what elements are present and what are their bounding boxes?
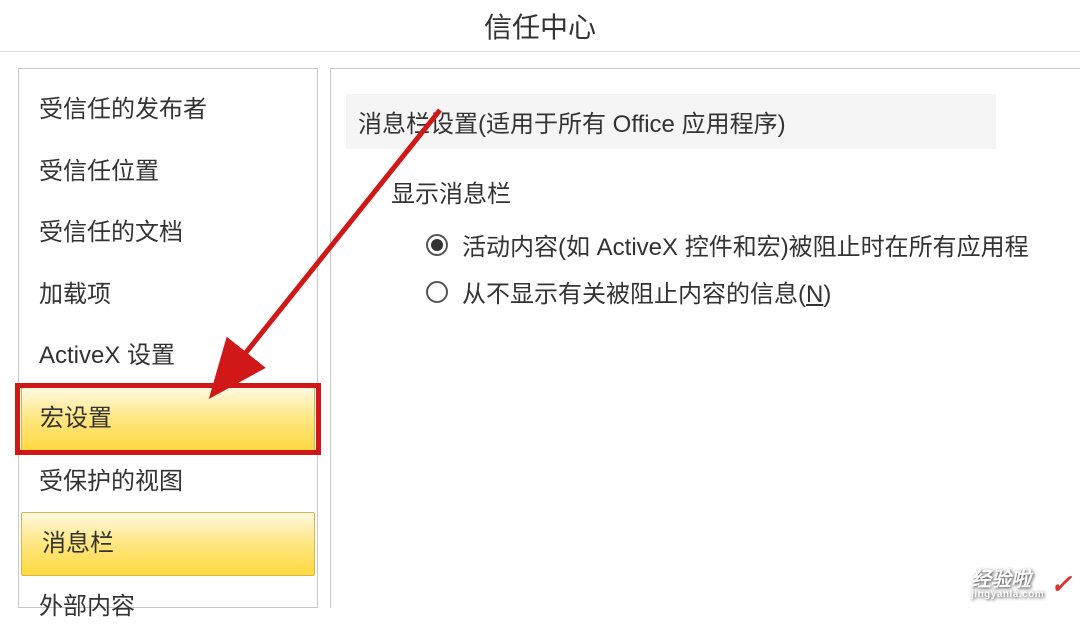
- sidebar-item-label: 受信任的文档: [39, 219, 183, 246]
- sidebar-item-trusted-locations[interactable]: 受信任位置: [19, 141, 317, 203]
- sidebar-item-label: 加载项: [39, 281, 111, 308]
- sidebar-item-protected-view[interactable]: 受保护的视图: [19, 451, 317, 513]
- subsection-show-message-bar: 显示消息栏 活动内容(如 ActiveX 控件和宏)被阻止时在所有应用程 从不显…: [391, 174, 1065, 309]
- sidebar-item-label: 消息栏: [42, 530, 114, 557]
- radio-show-when-blocked[interactable]: 活动内容(如 ActiveX 控件和宏)被阻止时在所有应用程: [426, 227, 1065, 262]
- dialog-header: 信任中心: [0, 0, 1080, 52]
- dialog-title: 信任中心: [484, 6, 596, 46]
- content-panel: 消息栏设置(适用于所有 Office 应用程序) 显示消息栏 活动内容(如 Ac…: [330, 68, 1080, 608]
- trust-center-sidebar: 受信任的发布者 受信任位置 受信任的文档 加载项 ActiveX 设置 宏设置 …: [18, 68, 318, 608]
- watermark: 经验啦 jingyanla.com ✓: [971, 569, 1072, 600]
- radio-selected-dot: [431, 239, 443, 251]
- subsection-label: 显示消息栏: [391, 174, 1065, 209]
- sidebar-item-label: 外部内容: [39, 593, 135, 620]
- sidebar-item-message-bar[interactable]: 消息栏: [21, 512, 315, 576]
- radio-never-show[interactable]: 从不显示有关被阻止内容的信息(N): [426, 274, 1065, 309]
- section-title: 消息栏设置(适用于所有 Office 应用程序): [346, 94, 996, 149]
- sidebar-item-label: ActiveX 设置: [39, 342, 175, 369]
- radio-icon: [426, 281, 448, 303]
- watermark-main: 经验啦: [971, 570, 1044, 590]
- sidebar-item-external-content[interactable]: 外部内容: [19, 576, 317, 637]
- sidebar-item-trusted-publishers[interactable]: 受信任的发布者: [19, 79, 317, 141]
- dialog-body: 受信任的发布者 受信任位置 受信任的文档 加载项 ActiveX 设置 宏设置 …: [18, 68, 1080, 608]
- radio-label: 活动内容(如 ActiveX 控件和宏)被阻止时在所有应用程: [462, 227, 1029, 262]
- sidebar-item-activex[interactable]: ActiveX 设置: [19, 325, 317, 387]
- sidebar-item-trusted-documents[interactable]: 受信任的文档: [19, 202, 317, 264]
- sidebar-item-label: 受信任位置: [39, 158, 159, 185]
- watermark-sub: jingyanla.com: [971, 590, 1044, 600]
- check-icon: ✓: [1050, 569, 1072, 600]
- sidebar-item-macro-settings[interactable]: 宏设置: [19, 387, 317, 451]
- sidebar-item-label: 受保护的视图: [39, 468, 183, 495]
- sidebar-item-label: 受信任的发布者: [39, 96, 207, 123]
- radio-label: 从不显示有关被阻止内容的信息(N): [462, 274, 831, 309]
- radio-group: 活动内容(如 ActiveX 控件和宏)被阻止时在所有应用程 从不显示有关被阻止…: [426, 227, 1065, 309]
- sidebar-item-addins[interactable]: 加载项: [19, 264, 317, 326]
- sidebar-item-label: 宏设置: [40, 405, 112, 432]
- radio-icon: [426, 234, 448, 256]
